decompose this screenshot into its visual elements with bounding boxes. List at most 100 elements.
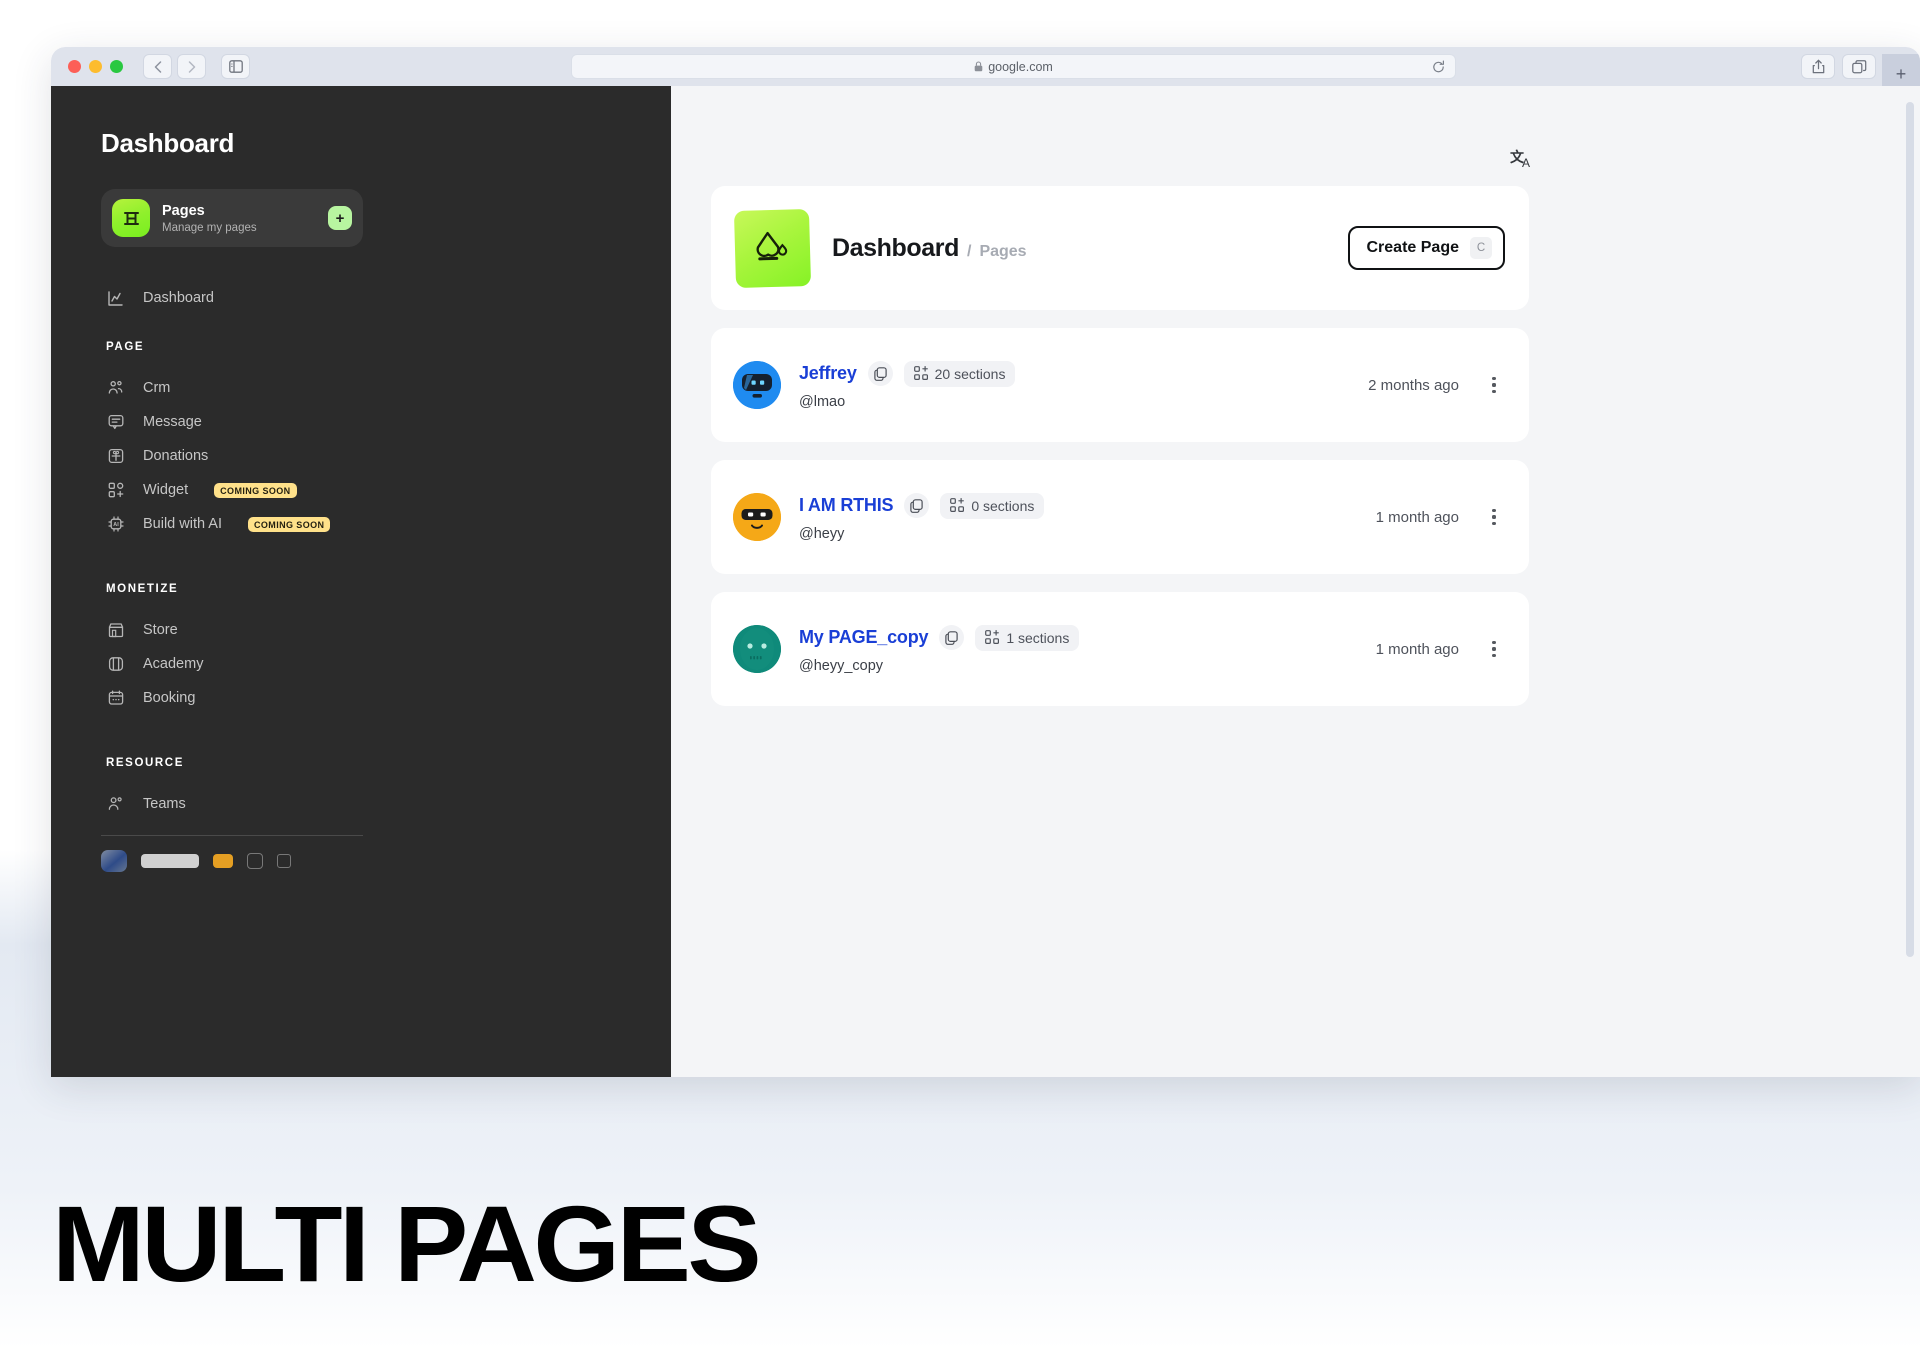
minimize-window-button[interactable] [89,60,102,73]
add-page-button[interactable]: + [328,206,352,230]
sections-badge: 0 sections [940,492,1045,519]
breadcrumb: Dashboard / Pages [832,234,1027,263]
grid-plus-icon [913,366,928,381]
page-name-link[interactable]: I AM RTHIS [799,495,894,516]
calendar-icon [106,689,125,708]
back-button[interactable] [143,54,172,79]
table-row[interactable]: Jeffrey 20 sections @lmao 2 months ago [711,328,1529,442]
caption-title: MULTI PAGES [52,1184,762,1305]
sidebar-item-academy[interactable]: Academy [101,647,671,681]
translate-icon[interactable]: 文 A [1509,148,1535,172]
app-sidebar: Dashboard Pages Manage my pages + Dashbo… [51,86,671,1077]
create-page-button[interactable]: Create Page C [1347,226,1505,270]
forward-button[interactable] [177,54,206,79]
page-name-link[interactable]: My PAGE_copy [799,627,929,648]
sidebar-item-booking[interactable]: Booking [101,681,671,715]
avatar [733,361,781,409]
add-page-label: + [335,209,345,227]
page-name-link[interactable]: Jeffrey [799,363,857,384]
table-row[interactable]: My PAGE_copy 1 sections @heyy_copy 1 mon… [711,592,1529,706]
sidebar-item-message[interactable]: Message [101,405,671,439]
pages-card-subtitle: Manage my pages [162,222,257,234]
page-handle: @lmao [799,393,846,410]
chevron-up-icon [277,854,291,868]
close-window-button[interactable] [68,60,81,73]
avatar [733,493,781,541]
clipped-badge [213,854,233,868]
duplicate-icon[interactable] [867,361,893,386]
tab-overview-button[interactable] [1842,54,1876,79]
chart-line-icon [106,289,125,308]
sidebar-item-label: Widget [143,482,189,498]
pages-content: Dashboard / Pages Create Page C Jeffrey … [711,186,1529,706]
duplicate-icon[interactable] [939,625,965,650]
sidebar-group-title-resource: RESOURCE [106,757,184,769]
widget-add-icon [106,481,125,500]
browser-titlebar: google.com + [51,47,1920,93]
sidebar-item-teams[interactable]: Teams [101,787,671,821]
sidebar-item-store[interactable]: Store [101,613,671,647]
sidebar-item-label: Message [143,414,202,430]
sidebar-item-label: Dashboard [143,290,214,306]
window-controls[interactable] [68,60,123,73]
sidebar-group-monetize: Store Academy Booking [51,613,671,715]
share-button[interactable] [1801,54,1835,79]
sidebar-group-title-monetize: MONETIZE [106,583,179,595]
new-tab-label: + [1895,64,1907,84]
kebab-menu-icon[interactable] [1485,509,1503,525]
address-bar[interactable]: google.com [571,54,1456,79]
browser-right-buttons [1801,54,1876,79]
create-page-label: Create Page [1366,239,1460,256]
page-viewport: Dashboard Pages Manage my pages + Dashbo… [51,86,1920,1077]
sidebar-item-label: Teams [143,796,186,812]
sidebar-item-donations[interactable]: Donations [101,439,671,473]
sections-badge: 1 sections [975,624,1080,651]
sidebar-item-dashboard[interactable]: Dashboard [101,281,671,315]
gift-icon [106,447,125,466]
star-icon [247,853,263,869]
sidebar-item-label: Booking [143,690,196,706]
duplicate-icon[interactable] [904,493,930,518]
sidebar-title: Dashboard [101,128,235,158]
navigation-buttons [143,54,206,79]
sidebar-item-crm[interactable]: Crm [101,371,671,405]
table-row[interactable]: I AM RTHIS 0 sections @heyy 1 month ago [711,460,1529,574]
sidebar-toggle-button[interactable] [221,54,250,79]
reload-icon [1433,60,1444,72]
reload-button[interactable] [1432,60,1445,73]
ai-chip-icon: AI [106,515,125,534]
vertical-scrollbar[interactable] [1906,102,1914,957]
grid-plus-icon [985,630,1000,645]
main-content: 文 A Dashboard / Pages Create Page C Jeff… [671,86,1920,1077]
kebab-menu-icon[interactable] [1485,377,1503,393]
tab-overview-icon [1851,59,1866,73]
sidebar-divider [101,835,363,836]
sidebar-group-page: Crm Message Donations Widget COMING SOON… [51,371,671,541]
avatar [733,625,781,673]
url-display: google.com [974,60,1053,74]
sidebar-item-widget[interactable]: Widget COMING SOON [101,473,671,507]
sidebar-toggle-icon [228,60,243,73]
sections-count: 20 sections [934,365,1006,382]
browser-window: google.com + Dashboard Pages Manage my p… [51,47,1920,1077]
team-icon [106,795,125,814]
updated-time: 1 month ago [1375,640,1459,658]
book-icon [106,655,125,674]
page-header-card: Dashboard / Pages Create Page C [711,186,1529,310]
row-body: Jeffrey 20 sections @lmao [799,360,1016,410]
kebab-menu-icon[interactable] [1485,641,1503,657]
grid-plus-icon [950,498,965,513]
pages-card-title: Pages [162,203,205,219]
sidebar-item-build-with-ai[interactable]: AI Build with AI COMING SOON [101,507,671,541]
sections-count: 1 sections [1006,629,1070,646]
row-body: My PAGE_copy 1 sections @heyy_copy [799,624,1080,674]
sidebar-pages-card[interactable]: Pages Manage my pages + [101,189,363,247]
maximize-window-button[interactable] [110,60,123,73]
message-icon [106,413,125,432]
row-body: I AM RTHIS 0 sections @heyy [799,492,1045,542]
sidebar-item-label: Build with AI [143,516,222,532]
chevron-left-icon [154,60,161,73]
sidebar-clipped-row[interactable] [101,846,671,876]
page-handle: @heyy [799,525,845,542]
avatar [101,850,127,872]
